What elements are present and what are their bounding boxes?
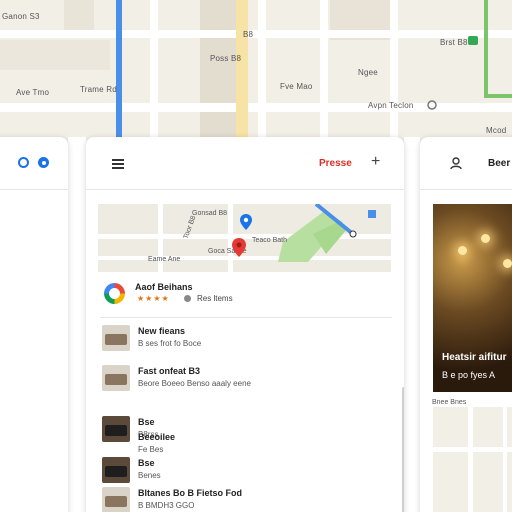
list-item[interactable]: Fast onfeat B3 Beore Boeeo Benso aaaly e…	[102, 365, 392, 393]
thumbnail	[102, 325, 130, 351]
right-mini-map-streets	[433, 407, 512, 512]
thumbnail	[102, 365, 130, 391]
rating-stars: ★★★★	[137, 294, 170, 303]
location-outline-icon[interactable]	[18, 157, 29, 168]
map-label: Ave Tmo	[16, 88, 50, 97]
photo-subtitle: B e po fyes A	[442, 370, 496, 380]
list-item-subtitle: Benes	[138, 471, 161, 480]
place-logo-icon	[104, 283, 125, 304]
place-summary[interactable]: Aaof Beihans ★★★★ Res ltems	[102, 281, 392, 311]
map-label: Avpn Teclon	[368, 101, 414, 110]
map-pin-red-icon[interactable]	[232, 238, 246, 257]
location-filled-icon[interactable]	[38, 157, 49, 168]
divider	[420, 189, 512, 190]
divider	[0, 189, 68, 190]
mini-map-label: Teaco Bath	[252, 237, 288, 244]
menu-icon[interactable]	[112, 159, 124, 169]
divider	[86, 189, 404, 190]
mini-map-label: Gonsad B8	[192, 210, 228, 217]
list-item-title: Bltanes Bo B Fietso Fod	[138, 488, 243, 498]
list-item-subtitle: B ses frot fo Boce	[138, 339, 202, 348]
place-panel: Presse + Gonsad B8 Toor B8 Teaco Bath Go…	[86, 137, 404, 512]
map-label: Brst B8	[440, 38, 468, 47]
place-meta: Res ltems	[197, 294, 233, 303]
left-panel	[0, 137, 68, 512]
map-label: Ngee	[358, 68, 378, 77]
map-label: Fve Mao	[280, 82, 313, 91]
map-label: Mcod	[486, 126, 507, 135]
photo-title: Heatsir aifitur	[442, 352, 507, 363]
location-toggle-group[interactable]	[18, 157, 49, 168]
map-label: Trame Rd	[80, 85, 117, 94]
status-dot-icon	[184, 295, 191, 302]
list-item-title: Beeoilee	[138, 432, 176, 442]
panel-header: Presse +	[86, 137, 404, 189]
list-item-subtitle: Fe Bes	[138, 445, 164, 454]
person-icon[interactable]	[450, 157, 462, 169]
list-item-title: Bse	[138, 417, 155, 427]
list-item[interactable]: Bltanes Bo B Fietso Fod B BMDH3 GGO	[102, 487, 392, 512]
panel-title: Beer	[488, 158, 511, 169]
lamp-light	[503, 259, 512, 268]
list-item-title: Bse	[138, 458, 155, 468]
mini-map[interactable]: Gonsad B8 Toor B8 Teaco Bath Goca Sacae …	[98, 204, 391, 272]
list-item-title: New fieans	[138, 326, 186, 336]
list-item-subtitle: B BMDH3 GGO	[138, 501, 195, 510]
scrollbar[interactable]	[402, 387, 404, 512]
map-label: Bnee Bnes	[432, 399, 467, 406]
list-item-title: Fast onfeat B3	[138, 366, 201, 376]
map-pin-blue-icon[interactable]	[240, 214, 252, 230]
thumbnail	[102, 487, 130, 512]
thumbnail	[102, 457, 130, 483]
divider	[100, 317, 392, 318]
list-item-subtitle: Beore Boeeo Benso aaaly eene	[138, 379, 251, 388]
place-photo[interactable]: Heatsir aifitur B e po fyes A	[433, 204, 512, 392]
map-label: Poss B8	[210, 54, 242, 63]
right-panel: Beer Heatsir aifitur B e po fyes A Bnee …	[420, 137, 512, 512]
map-label: Ganon S3	[2, 12, 40, 21]
list-item[interactable]: Beeoilee Fe Bes	[102, 431, 392, 455]
right-mini-map[interactable]	[433, 407, 512, 512]
map-label: B8	[243, 30, 254, 39]
header-link[interactable]: Presse	[319, 158, 352, 169]
lamp-light	[481, 234, 490, 243]
place-name: Aaof Beihans	[135, 282, 193, 292]
lamp-light	[458, 246, 467, 255]
list-item[interactable]: New fieans B ses frot fo Boce	[102, 325, 392, 353]
mini-map-label: Eame Ane	[148, 256, 181, 263]
list-item[interactable]: Bse Benes	[102, 457, 392, 483]
add-button[interactable]: +	[371, 154, 380, 170]
